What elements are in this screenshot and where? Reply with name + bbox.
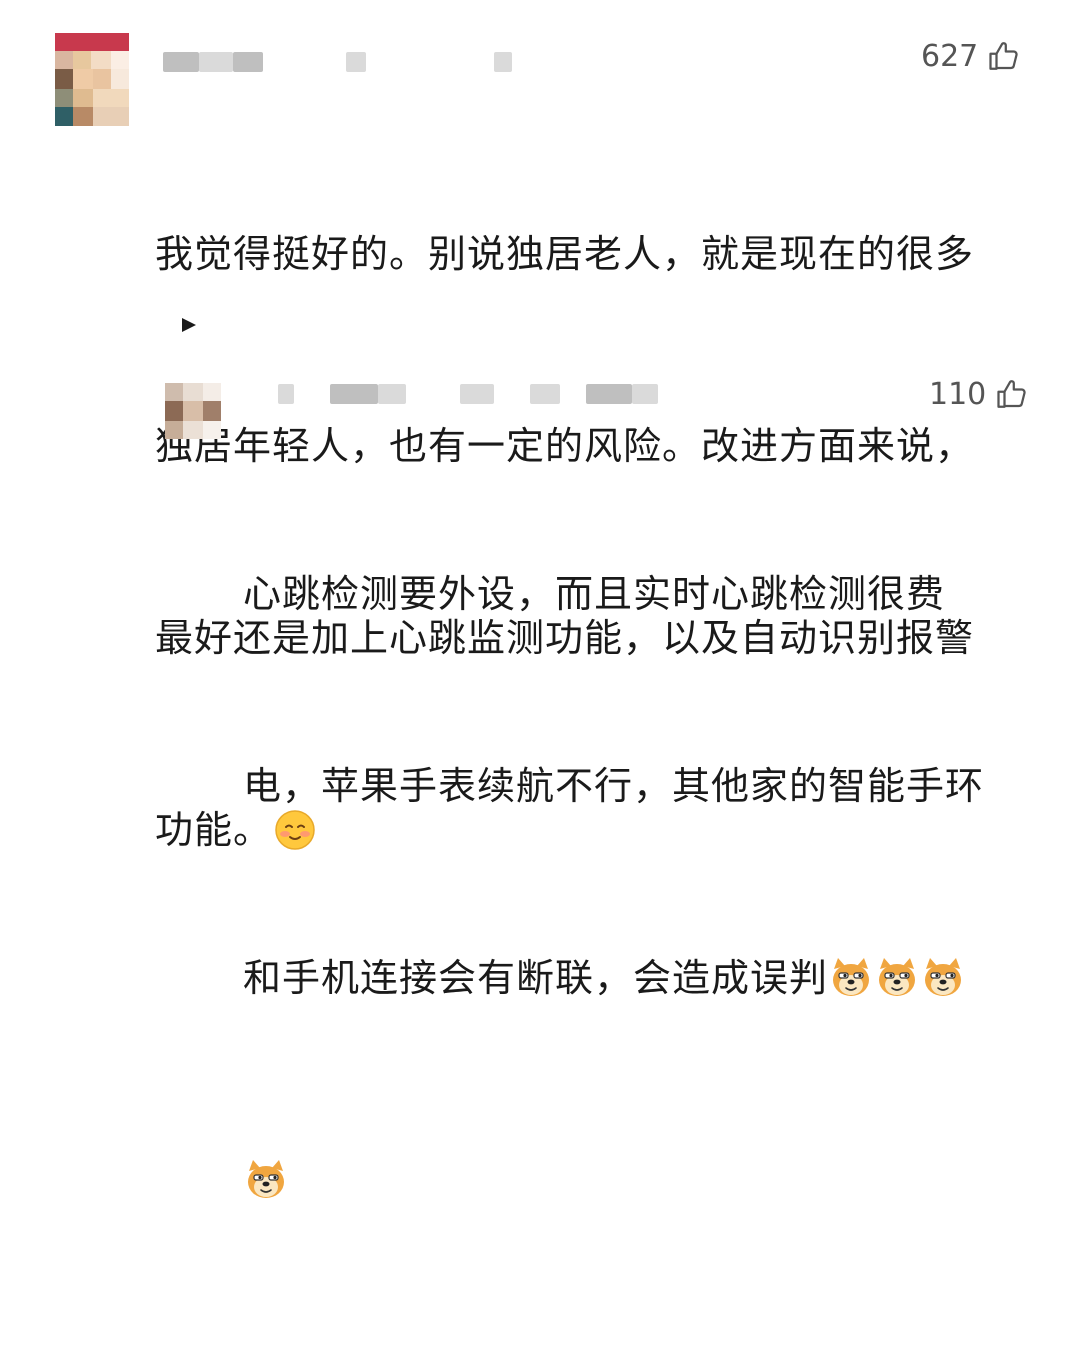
user-avatar[interactable] xyxy=(55,33,129,126)
doge-emoji-icon xyxy=(920,955,966,1020)
comment-line: 和手机连接会有断联，会造成误判 xyxy=(243,956,829,1000)
like-count: 627 xyxy=(921,38,979,74)
thumbs-up-icon xyxy=(997,380,1026,408)
doge-emoji-icon xyxy=(874,955,920,1020)
like-button[interactable]: 110 xyxy=(929,376,1030,412)
like-button[interactable]: 627 xyxy=(921,38,1022,74)
comment-line: 我觉得挺好的。别说独居老人，就是现在的很多 xyxy=(155,232,975,276)
user-avatar[interactable] xyxy=(165,383,221,439)
comment-line: 心跳检测要外设，而且实时心跳检测很费 xyxy=(243,572,946,616)
comment-text: 心跳检测要外设，而且实时心跳检测很费 电，苹果手表续航不行，其他家的智能手环 和… xyxy=(243,434,1043,1350)
doge-emoji-icon xyxy=(828,955,874,1020)
thumbs-up-icon xyxy=(989,42,1018,70)
like-count: 110 xyxy=(929,376,987,412)
doge-emoji-icon xyxy=(243,1157,289,1222)
comment-line: 电，苹果手表续航不行，其他家的智能手环 xyxy=(243,764,985,808)
text-cursor-marker xyxy=(182,318,196,332)
